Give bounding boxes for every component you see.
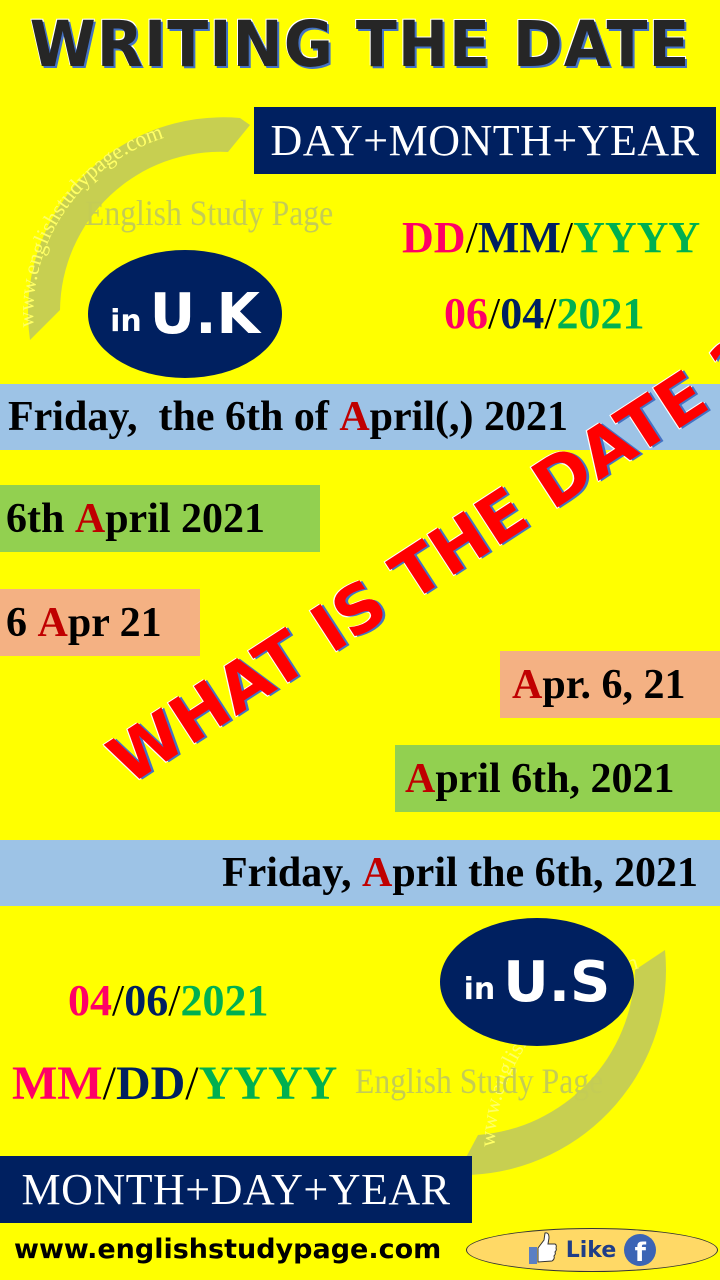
thumbs-up-icon (528, 1231, 558, 1270)
uk-badge: in U.K (88, 250, 282, 378)
example-band-2: 6th April 2021 (0, 485, 320, 552)
uk-order-label: DAY+MONTH+YEAR (254, 107, 716, 174)
site-url-link[interactable]: www.englishstudypage.com (14, 1234, 441, 1265)
example-band-5: April 6th, 2021 (395, 745, 720, 812)
page-title: WRITING THE DATE (29, 8, 691, 82)
uk-format: DD/MM/YYYY (402, 213, 701, 262)
us-example: 04/06/2021 (68, 976, 269, 1025)
uk-format-year: YYYY (573, 213, 701, 262)
us-order-label: MONTH+DAY+YEAR (0, 1156, 472, 1223)
example-band-4: Apr. 6, 21 (500, 651, 720, 718)
like-label: Like (565, 1237, 617, 1263)
uk-example: 06/04/2021 (444, 289, 645, 338)
watermark-brand-bottom: English Study Page (355, 1061, 604, 1101)
us-badge: in U.S (440, 918, 634, 1046)
facebook-like-button[interactable]: Like f (466, 1228, 718, 1272)
example-band-3: 6 Apr 21 (0, 589, 200, 656)
us-format: MM/DD/YYYY (12, 1057, 338, 1110)
uk-format-day: DD (402, 213, 466, 262)
example-band-6: Friday, April the 6th, 2021 (0, 840, 720, 906)
facebook-icon: f (624, 1234, 657, 1266)
uk-format-month: MM (477, 213, 561, 262)
watermark-brand-top: English Study Page (85, 193, 334, 233)
